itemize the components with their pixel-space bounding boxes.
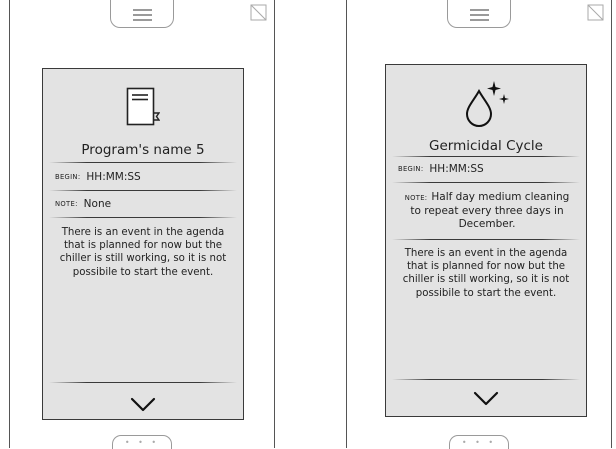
begin-field: BEGIN: HH:MM:SS — [398, 163, 576, 175]
hamburger-menu-icon[interactable] — [470, 9, 489, 24]
top-menu-tab[interactable] — [110, 0, 174, 28]
hamburger-menu-icon[interactable] — [133, 9, 152, 24]
begin-field: BEGIN: HH:MM:SS — [55, 171, 233, 183]
event-message: There is an event in the agenda that is … — [402, 248, 570, 299]
device-screen-right: Germicidal Cycle BEGIN: HH:MM:SS NOTE: Hal… — [346, 0, 612, 449]
checkmark-icon[interactable] — [130, 395, 156, 413]
note-label: NOTE: — [55, 200, 78, 208]
note-field: NOTE: None — [55, 198, 233, 210]
program-book-icon — [126, 87, 160, 126]
begin-value: HH:MM:SS — [429, 163, 484, 175]
dialog-title: Germicidal Cycle — [429, 138, 543, 154]
note-label: NOTE: — [404, 194, 428, 202]
page-indicator: • • • — [124, 438, 160, 447]
event-dialog: Program's name 5 BEGIN: HH:MM:SS NOTE: Non… — [42, 68, 244, 420]
germicidal-drop-icon — [465, 81, 509, 127]
device-screen-left: Program's name 5 BEGIN: HH:MM:SS NOTE: Non… — [9, 0, 275, 449]
divider — [392, 156, 580, 157]
no-signal-icon — [587, 4, 604, 21]
note-field: NOTE: Half day medium cleaning to repeat … — [398, 191, 576, 231]
no-signal-icon — [250, 4, 267, 21]
divider — [49, 382, 237, 383]
note-value: None — [83, 198, 112, 210]
divider — [49, 217, 237, 218]
top-menu-tab[interactable] — [447, 0, 511, 28]
divider — [392, 239, 580, 240]
checkmark-icon[interactable] — [473, 389, 499, 407]
page-indicator: • • • — [461, 438, 497, 447]
divider — [392, 182, 580, 183]
note-value: Half day medium cleaning to repeat every… — [410, 191, 570, 230]
divider — [49, 162, 237, 163]
bottom-pager-tab[interactable]: • • • — [449, 435, 509, 449]
begin-label: BEGIN: — [55, 173, 81, 181]
event-dialog: Germicidal Cycle BEGIN: HH:MM:SS NOTE: Hal… — [385, 64, 587, 417]
bottom-pager-tab[interactable]: • • • — [112, 435, 172, 449]
dialog-title: Program's name 5 — [81, 142, 205, 158]
event-message: There is an event in the agenda that is … — [59, 227, 227, 278]
begin-label: BEGIN: — [398, 165, 424, 173]
divider — [49, 190, 237, 191]
begin-value: HH:MM:SS — [86, 171, 141, 183]
divider — [392, 379, 580, 380]
